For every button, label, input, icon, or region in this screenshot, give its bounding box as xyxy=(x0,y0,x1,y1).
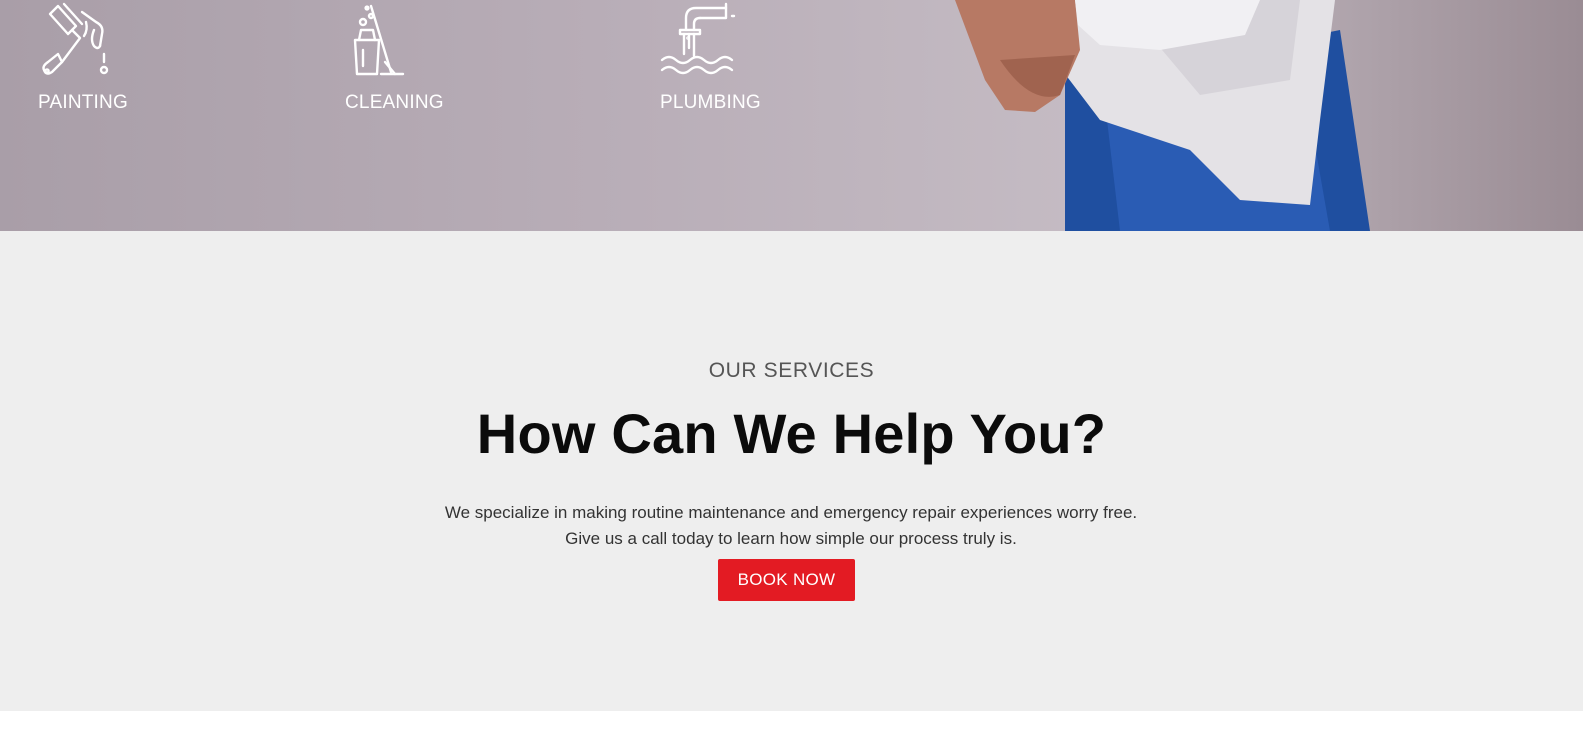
service-label-plumbing: PLUMBING xyxy=(660,92,761,113)
section-description: We specialize in making routine maintena… xyxy=(444,503,1138,548)
section-eyebrow: OUR SERVICES xyxy=(708,359,875,382)
page-bottom-strip xyxy=(0,711,1583,755)
service-cleaning[interactable]: CLEANING xyxy=(345,0,444,113)
book-now-button[interactable]: BOOK NOW xyxy=(718,559,855,601)
service-label-painting: PAINTING xyxy=(38,92,128,113)
paint-roller-icon xyxy=(42,2,109,75)
section-headline: How Can We Help You? xyxy=(476,402,1107,465)
service-label-cleaning: CLEANING xyxy=(345,92,444,113)
service-painting[interactable]: PAINTING xyxy=(38,0,128,113)
hero-banner: PAINTING CLEANING PLUMBING xyxy=(0,0,1583,231)
faucet-water-icon xyxy=(660,2,736,75)
service-plumbing[interactable]: PLUMBING xyxy=(660,0,761,113)
hero-worker-photo xyxy=(955,0,1370,231)
services-section: OUR SERVICES How Can We Help You? We spe… xyxy=(0,231,1583,711)
mop-bucket-icon xyxy=(353,4,405,76)
